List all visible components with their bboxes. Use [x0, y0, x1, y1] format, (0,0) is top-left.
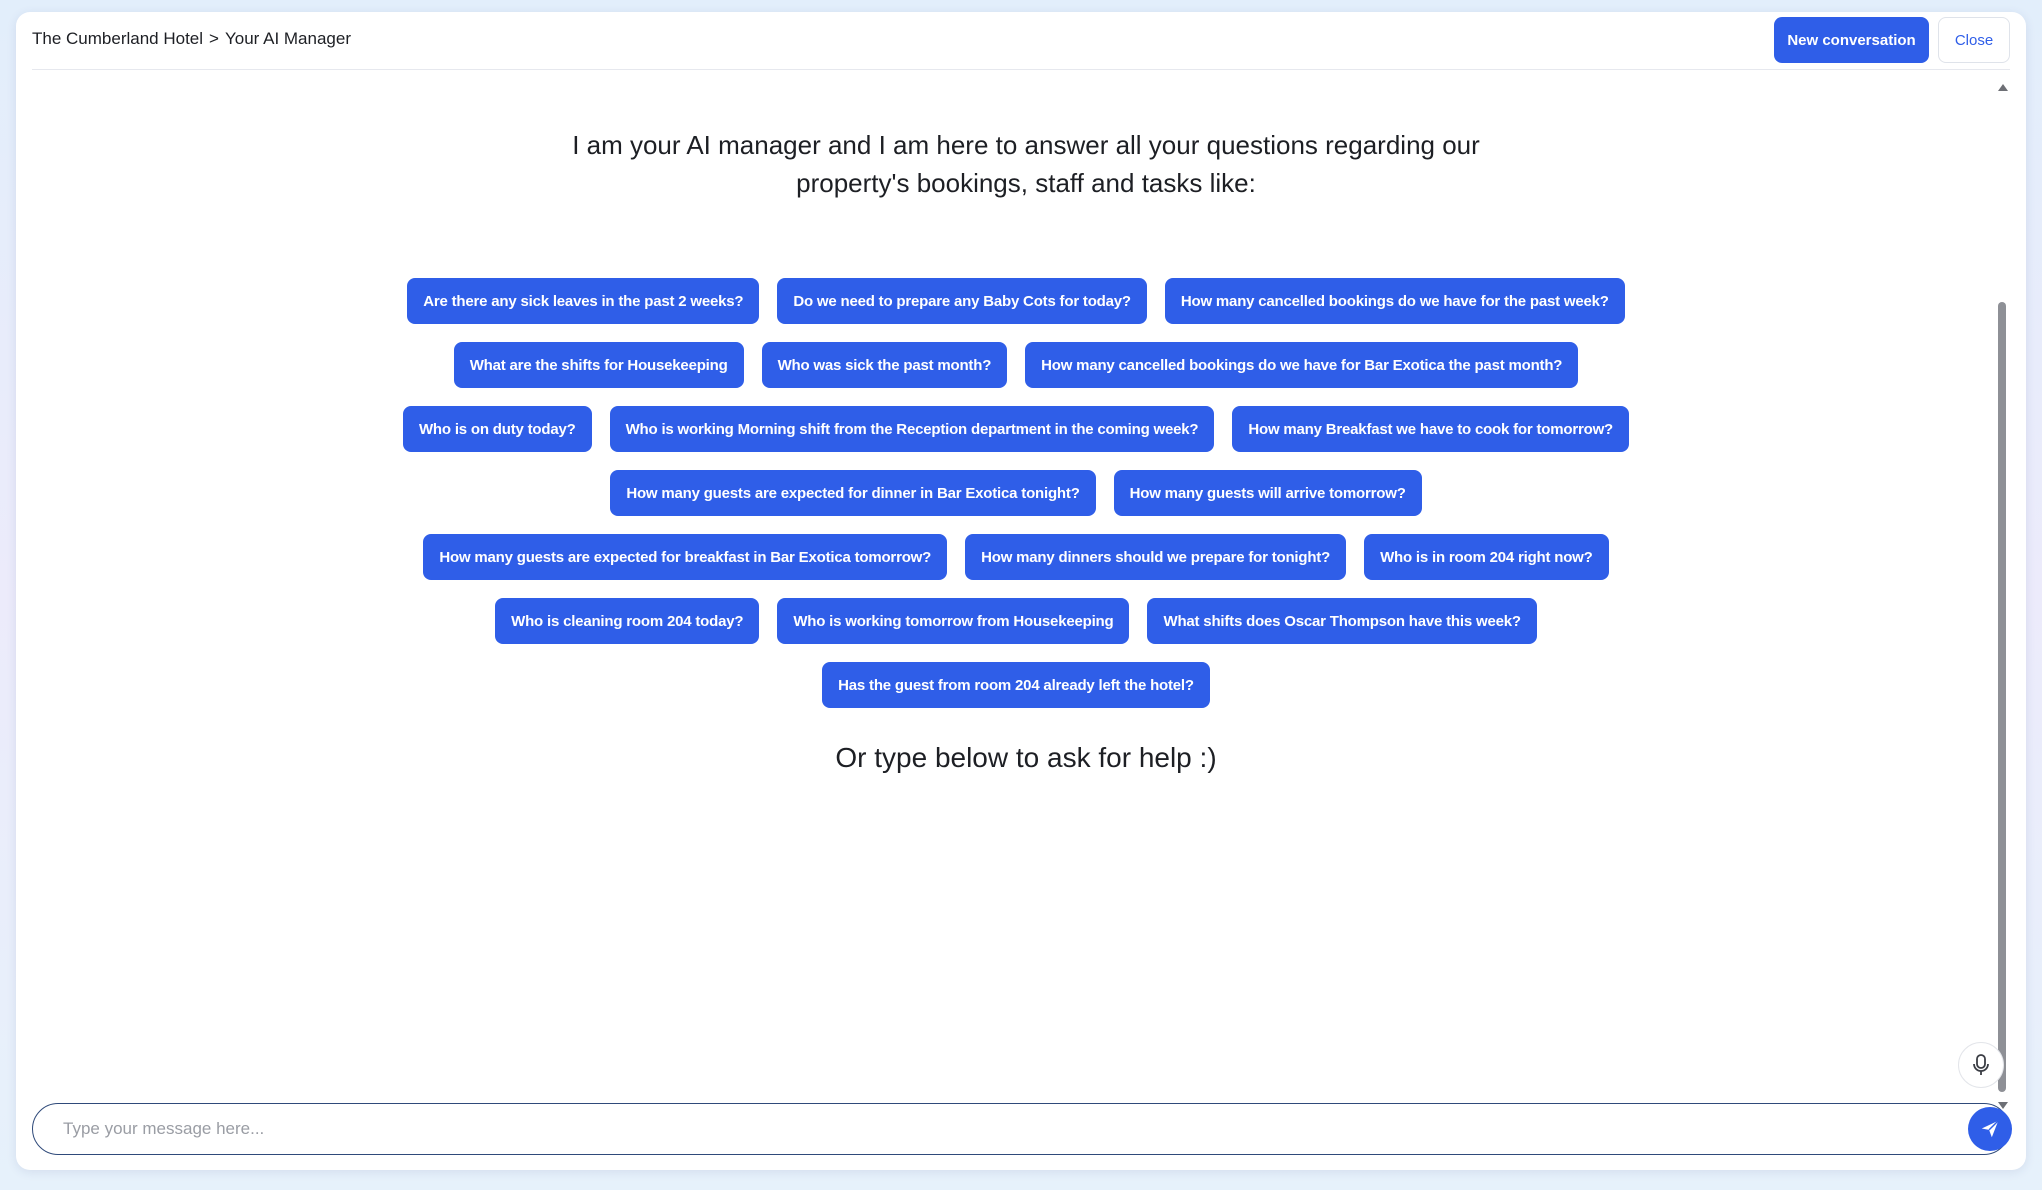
suggestion-row: Has the guest from room 204 already left… [822, 662, 1210, 708]
suggestion-chip[interactable]: How many guests will arrive tomorrow? [1113, 470, 1422, 516]
suggestion-chip[interactable]: Who is cleaning room 204 today? [495, 598, 760, 644]
suggestion-chip[interactable]: Who is working Morning shift from the Re… [609, 406, 1215, 452]
send-button[interactable] [1968, 1107, 2012, 1151]
suggestion-row: How many guests are expected for breakfa… [423, 534, 1609, 580]
intro-line-2: property's bookings, staff and tasks lik… [796, 168, 1256, 198]
scrollbar-thumb[interactable] [1998, 302, 2006, 1092]
ai-manager-panel: The Cumberland Hotel > Your AI Manager N… [16, 12, 2026, 1170]
suggestion-chip[interactable]: Who was sick the past month? [761, 342, 1008, 388]
suggestion-chip[interactable]: What shifts does Oscar Thompson have thi… [1147, 598, 1537, 644]
suggestion-chip[interactable]: How many cancelled bookings do we have f… [1025, 342, 1579, 388]
suggestion-chip[interactable]: How many dinners should we prepare for t… [965, 534, 1347, 580]
breadcrumb: The Cumberland Hotel > Your AI Manager [32, 29, 351, 49]
suggestion-row: What are the shifts for Housekeeping Who … [453, 342, 1579, 388]
suggestion-row: How many guests are expected for dinner … [610, 470, 1422, 516]
suggestion-chip[interactable]: How many Breakfast we have to cook for t… [1232, 406, 1630, 452]
suggestion-row: Who is cleaning room 204 today? Who is wo… [495, 598, 1537, 644]
scroll-up-arrow-icon[interactable] [1998, 84, 2008, 91]
suggestion-row: Who is on duty today? Who is working Morn… [402, 406, 1630, 452]
suggestion-chip[interactable]: Who is on duty today? [402, 406, 592, 452]
intro-message: I am your AI manager and I am here to an… [556, 126, 1496, 202]
chat-content: I am your AI manager and I am here to an… [16, 70, 1996, 1100]
suggestion-chips: Are there any sick leaves in the past 2 … [396, 278, 1636, 708]
suggestion-chip[interactable]: Who is in room 204 right now? [1364, 534, 1609, 580]
breadcrumb-current-page: Your AI Manager [224, 29, 351, 48]
intro-line-1: I am your AI manager and I am here to an… [572, 130, 1480, 160]
close-button[interactable]: Close [1938, 17, 2010, 63]
suggestion-chip[interactable]: Has the guest from room 204 already left… [822, 662, 1210, 708]
message-composer [32, 1103, 2012, 1155]
message-input[interactable] [63, 1112, 1943, 1146]
breadcrumb-separator: > [209, 29, 219, 48]
microphone-icon [1973, 1054, 1989, 1075]
microphone-button[interactable] [1958, 1042, 2004, 1088]
header: The Cumberland Hotel > Your AI Manager N… [16, 12, 2026, 70]
helper-text: Or type below to ask for help :) [835, 742, 1217, 773]
new-conversation-button[interactable]: New conversation [1774, 17, 1929, 63]
suggestion-chip[interactable]: Are there any sick leaves in the past 2 … [407, 278, 760, 324]
suggestion-row: Are there any sick leaves in the past 2 … [407, 278, 1625, 324]
suggestion-chip[interactable]: How many guests are expected for dinner … [610, 470, 1096, 516]
scrollbar[interactable] [1996, 82, 2010, 1112]
suggestion-chip[interactable]: How many guests are expected for breakfa… [423, 534, 948, 580]
suggestion-chip[interactable]: What are the shifts for Housekeeping [453, 342, 744, 388]
send-icon [1981, 1120, 1999, 1138]
suggestion-chip[interactable]: Do we need to prepare any Baby Cots for … [777, 278, 1147, 324]
suggestion-chip[interactable]: How many cancelled bookings do we have f… [1164, 278, 1625, 324]
suggestion-chip[interactable]: Who is working tomorrow from Housekeepin… [777, 598, 1130, 644]
breadcrumb-hotel[interactable]: The Cumberland Hotel [32, 29, 203, 49]
